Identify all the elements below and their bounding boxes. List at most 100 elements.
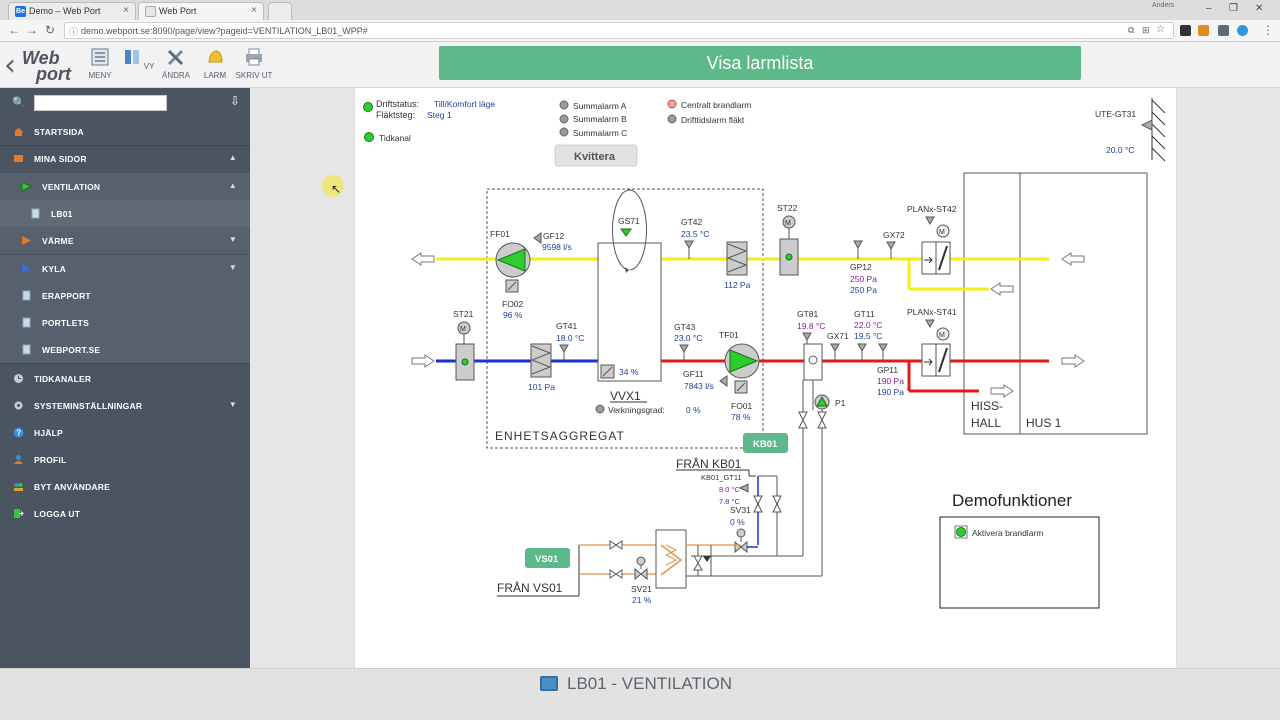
vvx-heat-exchanger[interactable] [597, 242, 662, 382]
translate-icon[interactable]: ⊞ [1142, 25, 1150, 36]
gf11-value[interactable]: 7843 l/s [684, 381, 714, 391]
webport-logo[interactable]: ‹ Web port [4, 46, 84, 86]
sidebar-item-hjalp[interactable]: ? HJÄLP [0, 419, 250, 446]
gx72-sensor-icon[interactable] [886, 241, 896, 251]
vvx-efficiency-value[interactable]: 0 % [686, 405, 701, 415]
flaktsteg-value[interactable]: Steg 1 [427, 110, 452, 120]
driftstatus-value[interactable]: Till/Komfort läge [434, 99, 495, 109]
brandlarm-label: Centralt brandlarm [681, 100, 751, 110]
fo02-value[interactable]: 96 % [503, 310, 523, 320]
gs71-sensor-icon[interactable] [620, 228, 632, 237]
supply-filter-value[interactable]: 112 Pa [724, 280, 751, 290]
edit-button[interactable]: ÄNDRA [156, 48, 196, 80]
outdoor-sensor-icon[interactable] [1140, 119, 1153, 131]
browser-tab-webport[interactable]: Web Port × [138, 2, 264, 20]
sidebar-item-startsida[interactable]: STARTSIDA [0, 118, 250, 145]
alarm-button[interactable]: LARM [195, 48, 235, 80]
tool-extension-icon[interactable] [1198, 25, 1209, 36]
gt43-sensor-icon[interactable] [679, 344, 689, 354]
fo01-value[interactable]: 78 % [731, 412, 751, 422]
gt11-value[interactable]: 19.5 °C [854, 331, 882, 341]
tidkanal-link[interactable]: Tidkanal [379, 133, 411, 143]
sidebar-item-ventilation[interactable]: VENTILATION ▲ [0, 173, 250, 200]
gf11-sensor-icon[interactable] [719, 375, 728, 387]
gt81-sensor-icon[interactable] [802, 332, 812, 342]
view-button[interactable]: VY [118, 48, 158, 71]
chat-extension-icon[interactable] [1237, 25, 1248, 36]
print-button[interactable]: SKRIV UT [234, 48, 274, 80]
sv31-valve[interactable] [734, 540, 748, 554]
minimize-icon[interactable]: – [1206, 3, 1212, 14]
gt42-value[interactable]: 23.5 °C [681, 229, 709, 239]
gt43-value[interactable]: 23.0 °C [674, 333, 702, 343]
gx71-sensor-icon[interactable] [830, 343, 840, 353]
gp12-value[interactable]: 250 Pa [850, 285, 877, 295]
sidebar-item-lb01[interactable]: LB01 [0, 200, 250, 227]
gt11-sensor-icon[interactable] [857, 343, 867, 353]
gt81-value[interactable]: 19.8 °C [797, 321, 825, 331]
gp11-value[interactable]: 190 Pa [877, 387, 904, 397]
kb01-gt11-setpoint[interactable]: 8.0 °C [719, 485, 741, 494]
drift-status-indicator [363, 102, 373, 112]
gp11-setpoint[interactable]: 190 Pa [877, 376, 904, 386]
close-window-icon[interactable]: ✕ [1255, 3, 1263, 14]
sidebar-item-webport-se[interactable]: WEBPORT.SE [0, 336, 250, 363]
gt41-value[interactable]: 18.0 °C [556, 333, 584, 343]
sidebar-item-portlets[interactable]: PORTLETS [0, 309, 250, 336]
badge-extension-icon[interactable] [1218, 25, 1229, 36]
sidebar-item-profil[interactable]: PROFIL [0, 446, 250, 473]
back-icon[interactable]: ← [8, 23, 20, 37]
gp11-sensor-icon[interactable] [878, 343, 888, 353]
ute-gt31-value[interactable]: 20.0 °C [1106, 145, 1134, 155]
sidebar-item-kyla[interactable]: KYLA ▼ [0, 255, 250, 282]
menu-button[interactable]: MENY [80, 48, 120, 80]
sidebar-item-systeminstallningar[interactable]: SYSTEMINSTÄLLNINGAR ▼ [0, 392, 250, 419]
kvittera-label: Kvittera [574, 151, 616, 163]
gf12-sensor-icon[interactable] [533, 232, 542, 244]
gp12-setpoint[interactable]: 250 Pa [850, 274, 877, 284]
gt41-sensor-icon[interactable] [559, 344, 569, 354]
sidebar-item-varme[interactable]: VÄRME ▼ [0, 227, 250, 254]
bookmark-star-icon[interactable]: ☆ [1156, 24, 1165, 35]
gt11-setpoint[interactable]: 22.0 °C [854, 320, 882, 330]
gp12-sensor-icon[interactable] [853, 240, 863, 250]
profile-name[interactable]: Anders [1152, 2, 1174, 9]
pin-icon[interactable]: ⇩ [230, 94, 240, 108]
close-tab-icon[interactable]: × [123, 5, 129, 16]
sidebar-search-input[interactable] [34, 95, 167, 111]
sv31-value[interactable]: 0 % [730, 517, 745, 527]
new-tab-button[interactable] [268, 2, 292, 20]
sv31-actuator-icon[interactable] [736, 528, 746, 538]
sv21-value[interactable]: 21 % [632, 595, 652, 605]
forward-icon[interactable]: → [26, 23, 38, 37]
gt42-sensor-icon[interactable] [684, 240, 694, 250]
page-icon [22, 290, 31, 301]
wall-hatch [1151, 99, 1166, 162]
sv21-valve[interactable] [634, 567, 648, 581]
extract-filter-value[interactable]: 101 Pa [528, 382, 555, 392]
gf12-value[interactable]: 9598 l/s [542, 242, 572, 252]
sidebar-item-tidkanaler[interactable]: TIDKANALER [0, 365, 250, 392]
shield-extension-icon[interactable] [1180, 25, 1191, 36]
close-tab-icon[interactable]: × [251, 5, 257, 16]
show-alarm-list-button[interactable]: Visa larmlista [439, 46, 1081, 80]
gp11-tag: GP11 [877, 365, 898, 375]
vvx-efficiency-label: Verkningsgrad: [608, 405, 665, 415]
gf11-tag: GF11 [683, 369, 704, 379]
browser-tab-demo[interactable]: Be Demo – Web Port × [8, 2, 136, 20]
alarm-label: LARM [203, 71, 227, 80]
vvx-percent[interactable]: 34 % [619, 367, 639, 377]
sv21-actuator-icon[interactable] [636, 556, 646, 566]
restore-icon[interactable]: ❐ [1229, 3, 1238, 14]
sidebar-item-byt-anvandare[interactable]: BYT ANVÄNDARE [0, 473, 250, 500]
ff01-tag: FF01 [490, 229, 510, 239]
browser-menu-icon[interactable]: ⋮ [1262, 23, 1274, 37]
sidebar-item-erapport[interactable]: ERAPPORT [0, 282, 250, 309]
sidebar-item-logga-ut[interactable]: LOGGA UT [0, 500, 250, 527]
sidebar-item-mina-sidor[interactable]: MINA SIDOR ▲ [0, 145, 250, 172]
extension-icon[interactable]: ⧉ [1128, 25, 1134, 36]
url-input[interactable]: ⓘ demo.webport.se:8090/page/view?pageid=… [64, 22, 1174, 39]
gt41-tag: GT41 [556, 321, 578, 331]
reload-icon[interactable]: ↻ [45, 23, 55, 37]
heat-exchanger-vs01[interactable] [655, 529, 687, 589]
